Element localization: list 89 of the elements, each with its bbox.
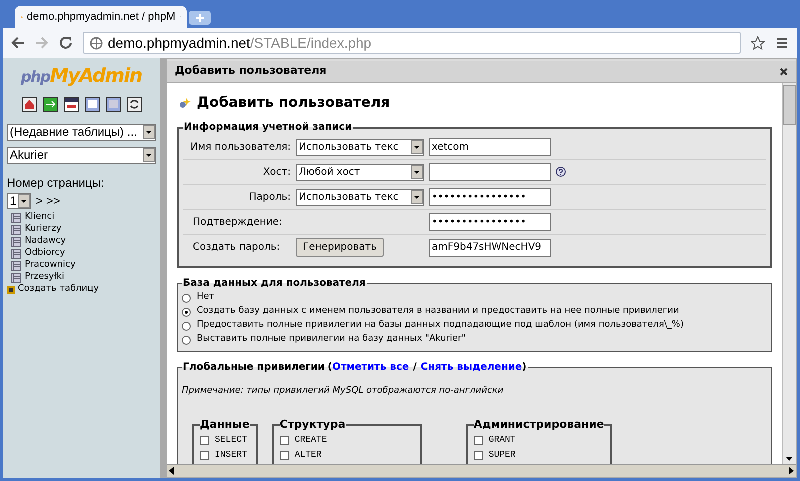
checkbox[interactable] <box>474 436 483 445</box>
table-link[interactable]: Przesyłki <box>25 270 65 284</box>
input-field[interactable]: •••••••••••••••• <box>429 213 551 231</box>
browser-tab[interactable]: demo.phpmyadmin.net / phpM <box>15 6 187 28</box>
input-field[interactable] <box>429 163 551 181</box>
privilege-label: CREATE <box>294 434 328 447</box>
page-label: Номер страницы: <box>7 174 106 192</box>
table-link[interactable]: Pracownicy <box>25 258 76 272</box>
fieldset-legend: Глобальные привилегии <box>183 360 325 375</box>
reload-icon[interactable] <box>59 36 73 50</box>
arrow-right-icon[interactable] <box>787 466 795 476</box>
privilege-label: SELECT <box>215 434 248 447</box>
radio-button[interactable] <box>182 336 191 344</box>
page-navigation[interactable]: > >> <box>36 192 60 210</box>
address-bar[interactable]: demo.phpmyadmin.net/STABLE/index.php <box>83 32 741 54</box>
horizontal-scrollbar[interactable] <box>167 464 796 477</box>
select-field[interactable]: Использовать текс <box>296 138 424 156</box>
privilege-label: GRANT <box>488 434 516 447</box>
page-select[interactable]: 1 <box>7 192 31 208</box>
select-field[interactable]: Любой хост <box>296 164 424 180</box>
arrow-left-icon[interactable] <box>168 466 176 476</box>
table-icon[interactable] <box>11 212 21 222</box>
separator: / <box>413 361 417 375</box>
privilege-label: INSERT <box>215 448 248 462</box>
uncheck-all-link[interactable]: Снять выделение <box>420 360 522 375</box>
star-icon[interactable] <box>751 36 765 50</box>
refresh-icon[interactable] <box>126 96 142 112</box>
sql-icon[interactable] <box>64 96 78 112</box>
privilege-label: ALTER <box>294 448 322 462</box>
page-heading: Добавить пользователя <box>197 94 390 113</box>
checkbox[interactable] <box>474 451 483 460</box>
field-label: Подтверждение: <box>193 216 282 230</box>
group-legend: Структура <box>280 416 346 433</box>
home-icon[interactable] <box>22 96 36 112</box>
dialog-title: Добавить пользователя <box>175 63 327 80</box>
table-link[interactable]: Nadawcy <box>25 234 66 248</box>
radio-label: Предоставить полные привилегии на базы данных подпадающие под шаблон (имя пользователя\_%) <box>197 319 684 332</box>
vertical-scrollbar[interactable] <box>782 83 796 464</box>
user-add-icon <box>179 98 191 110</box>
table-icon[interactable] <box>11 236 21 246</box>
field-label: Хост: <box>263 166 291 180</box>
privilege-label: SUPER <box>488 448 516 462</box>
tab-title: demo.phpmyadmin.net / phpM <box>27 10 176 25</box>
field-label: Пароль: <box>249 190 291 204</box>
url-text: demo.phpmyadmin.net/STABLE/index.php <box>108 34 372 53</box>
database-select[interactable]: Akurier <box>7 146 156 164</box>
radio-label: Выставить полные привилегии на базу данных "Akurier" <box>197 333 466 346</box>
input-field[interactable]: amF9b47sHWNecHV9 <box>429 238 551 256</box>
radio-label: Нет <box>197 291 215 304</box>
input-field[interactable]: xetcom <box>429 138 551 156</box>
field-label: Создать пароль: <box>193 241 280 255</box>
new-tab-button[interactable] <box>189 11 211 25</box>
group-legend: Администрирование <box>474 416 604 433</box>
exit-icon[interactable] <box>42 96 58 112</box>
checkbox[interactable] <box>200 451 209 460</box>
parenthesis: ( <box>328 361 332 375</box>
radio-label: Создать базу данных с именем пользователя в названии и предоставить на нее полные привилегии <box>197 305 680 318</box>
generate-button[interactable]: Генерировать <box>296 238 384 257</box>
table-icon[interactable] <box>11 224 21 234</box>
globe-icon <box>90 36 103 50</box>
table-icon[interactable] <box>11 272 21 282</box>
scrollbar-thumb[interactable] <box>783 85 796 125</box>
menu-icon[interactable] <box>775 36 789 50</box>
recent-tables-select[interactable]: (Недавние таблицы) ... <box>7 124 156 140</box>
select-field[interactable]: Использовать текс <box>296 188 424 206</box>
check-all-link[interactable]: Отметить все <box>332 360 410 375</box>
checkbox[interactable] <box>280 436 289 445</box>
checkbox[interactable] <box>280 451 289 460</box>
fieldset-legend: Информация учетной записи <box>183 120 354 135</box>
table-link[interactable]: Klienci <box>25 210 55 224</box>
note-text: Примечание: типы привилегий MySQL отображаются по-английски <box>182 385 505 398</box>
input-field[interactable]: •••••••••••••••• <box>429 188 551 206</box>
logo: phpMyAdmin <box>20 64 142 89</box>
group-legend: Данные <box>200 416 250 433</box>
table-icon[interactable] <box>11 260 21 270</box>
new-table-icon[interactable] <box>7 286 15 294</box>
radio-button[interactable] <box>182 308 191 316</box>
radio-button[interactable] <box>182 294 191 302</box>
table-icon[interactable] <box>11 248 21 258</box>
table-link[interactable]: Odbiorcy <box>25 246 66 260</box>
back-icon[interactable] <box>11 36 25 50</box>
radio-button[interactable] <box>182 322 191 330</box>
plus-icon <box>196 14 204 22</box>
fieldset-legend: База данных для пользователя <box>182 276 367 291</box>
parenthesis: ) <box>522 361 527 375</box>
checkbox[interactable] <box>200 436 209 445</box>
table-link[interactable]: Kurierzy <box>25 222 62 236</box>
field-label: Имя пользователя: <box>190 140 291 154</box>
create-table-link[interactable]: Создать таблицу <box>18 282 100 296</box>
